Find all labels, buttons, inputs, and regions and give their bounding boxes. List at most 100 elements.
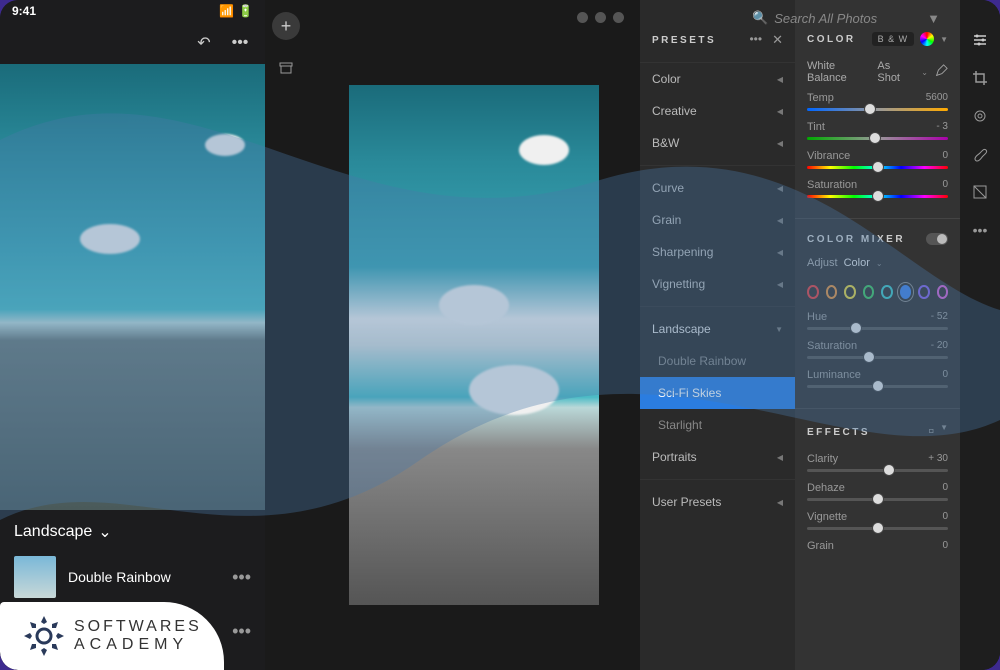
saturation-value: 0 xyxy=(942,179,948,191)
color-swatch[interactable] xyxy=(844,285,856,299)
vignette-label: Vignette xyxy=(807,511,847,523)
preset-group-creative[interactable]: Creative◀ xyxy=(640,95,795,127)
mixer-sat-value: - 20 xyxy=(931,340,948,352)
vignette-value: 0 xyxy=(942,511,948,523)
clarity-value: + 30 xyxy=(928,453,948,465)
chevron-down-icon[interactable]: ⌄ xyxy=(876,259,883,268)
sliders-icon[interactable] xyxy=(970,30,990,50)
effects-panel-icon[interactable]: ▫ xyxy=(928,423,934,441)
vibrance-value: 0 xyxy=(942,150,948,162)
mixer-sat-label: Saturation xyxy=(807,340,857,352)
collapse-icon: ◀ xyxy=(777,184,783,193)
hue-slider[interactable] xyxy=(807,327,948,330)
temp-value: 5600 xyxy=(926,92,948,104)
preset-group-grain[interactable]: Grain◀ xyxy=(640,204,795,236)
temp-label: Temp xyxy=(807,92,834,104)
adjust-mode[interactable]: Color xyxy=(844,257,870,269)
main-photo-canvas[interactable] xyxy=(349,85,599,605)
colorwheel-icon[interactable] xyxy=(920,32,934,46)
preset-group-portraits[interactable]: Portraits◀ xyxy=(640,441,795,473)
panel-more-icon[interactable]: ••• xyxy=(749,32,762,48)
chevron-down-icon[interactable]: ▼ xyxy=(940,423,948,441)
gradient-icon[interactable] xyxy=(970,182,990,202)
collapse-icon: ◀ xyxy=(777,107,783,116)
color-swatch[interactable] xyxy=(881,285,893,299)
color-swatch[interactable] xyxy=(900,285,912,299)
preset-group-landscape[interactable]: Landscape▼ xyxy=(640,313,795,345)
search-icon: 🔍 xyxy=(752,10,768,26)
dehaze-value: 0 xyxy=(942,482,948,494)
preset-label: Double Rainbow xyxy=(68,569,171,585)
collapse-icon: ◀ xyxy=(777,216,783,225)
preset-group-curve[interactable]: Curve◀ xyxy=(640,172,795,204)
white-balance-value[interactable]: As Shot xyxy=(877,60,915,84)
white-balance-label: White Balance xyxy=(807,60,877,84)
grain-label: Grain xyxy=(807,540,834,552)
preset-item-double-rainbow[interactable]: Double Rainbow ••• xyxy=(6,550,259,604)
preset-group-vignetting[interactable]: Vignetting◀ xyxy=(640,268,795,300)
mixer-toggle[interactable] xyxy=(926,233,948,245)
collapse-icon: ◀ xyxy=(777,453,783,462)
preset-group-user[interactable]: User Presets◀ xyxy=(640,486,795,518)
vibrance-slider[interactable] xyxy=(807,166,948,169)
panel-close-icon[interactable]: ✕ xyxy=(772,32,783,48)
tint-slider[interactable] xyxy=(807,137,948,140)
preset-double-rainbow[interactable]: Double Rainbow xyxy=(640,345,795,377)
more-tools-icon[interactable]: ••• xyxy=(970,220,990,240)
more-button[interactable]: ••• xyxy=(229,32,251,54)
wifi-icon: 📶 xyxy=(219,4,234,18)
chevron-down-icon: ⌄ xyxy=(98,522,111,542)
luminance-label: Luminance xyxy=(807,369,861,381)
preset-group-bw[interactable]: B&W◀ xyxy=(640,127,795,159)
archive-button[interactable] xyxy=(272,54,300,82)
grain-value: 0 xyxy=(942,540,948,552)
eyedropper-icon[interactable] xyxy=(934,64,948,81)
collapse-icon: ◀ xyxy=(777,139,783,148)
battery-icon: 🔋 xyxy=(238,4,253,18)
temp-slider[interactable] xyxy=(807,108,948,111)
vignette-slider[interactable] xyxy=(807,527,948,530)
undo-button[interactable]: ↶ xyxy=(193,32,215,54)
brush-icon[interactable] xyxy=(970,144,990,164)
crop-icon[interactable] xyxy=(970,68,990,88)
collapse-icon: ◀ xyxy=(777,248,783,257)
status-time: 9:41 xyxy=(12,4,36,18)
preset-thumb xyxy=(14,556,56,598)
more-icon[interactable]: ••• xyxy=(232,621,251,642)
preset-category-label: Landscape xyxy=(14,523,92,541)
preset-scifi-skies[interactable]: Sci-Fi Skies xyxy=(640,377,795,409)
search-field[interactable]: 🔍 Search All Photos xyxy=(740,6,889,30)
saturation-label: Saturation xyxy=(807,179,857,191)
chevron-down-icon[interactable]: ▼ xyxy=(940,35,948,44)
maximize-dot[interactable] xyxy=(613,12,624,23)
color-swatch[interactable] xyxy=(918,285,930,299)
more-icon[interactable]: ••• xyxy=(232,567,251,588)
add-button[interactable]: + xyxy=(272,12,300,40)
mobile-photo-preview[interactable] xyxy=(0,64,265,510)
chevron-down-icon[interactable]: ⌄ xyxy=(921,68,928,77)
saturation-slider[interactable] xyxy=(807,195,948,198)
hue-value: - 52 xyxy=(931,311,948,323)
color-swatch[interactable] xyxy=(807,285,819,299)
color-swatch[interactable] xyxy=(826,285,838,299)
hue-label: Hue xyxy=(807,311,827,323)
preset-group-color[interactable]: Color◀ xyxy=(640,63,795,95)
color-title: COLOR xyxy=(807,34,856,45)
minimize-dot[interactable] xyxy=(595,12,606,23)
mixer-sat-slider[interactable] xyxy=(807,356,948,359)
preset-category-dropdown[interactable]: Landscape ⌄ xyxy=(14,522,251,542)
color-swatch[interactable] xyxy=(863,285,875,299)
luminance-slider[interactable] xyxy=(807,385,948,388)
collapse-icon: ◀ xyxy=(777,498,783,507)
preset-starlight[interactable]: Starlight xyxy=(640,409,795,441)
filter-icon[interactable]: ▼ xyxy=(927,11,940,26)
preset-group-sharpening[interactable]: Sharpening◀ xyxy=(640,236,795,268)
window-controls[interactable] xyxy=(577,12,624,23)
close-dot[interactable] xyxy=(577,12,588,23)
clarity-label: Clarity xyxy=(807,453,838,465)
dehaze-slider[interactable] xyxy=(807,498,948,501)
clarity-slider[interactable] xyxy=(807,469,948,472)
color-swatch[interactable] xyxy=(937,285,949,299)
bw-toggle[interactable]: B & W xyxy=(872,32,915,46)
heal-icon[interactable] xyxy=(970,106,990,126)
